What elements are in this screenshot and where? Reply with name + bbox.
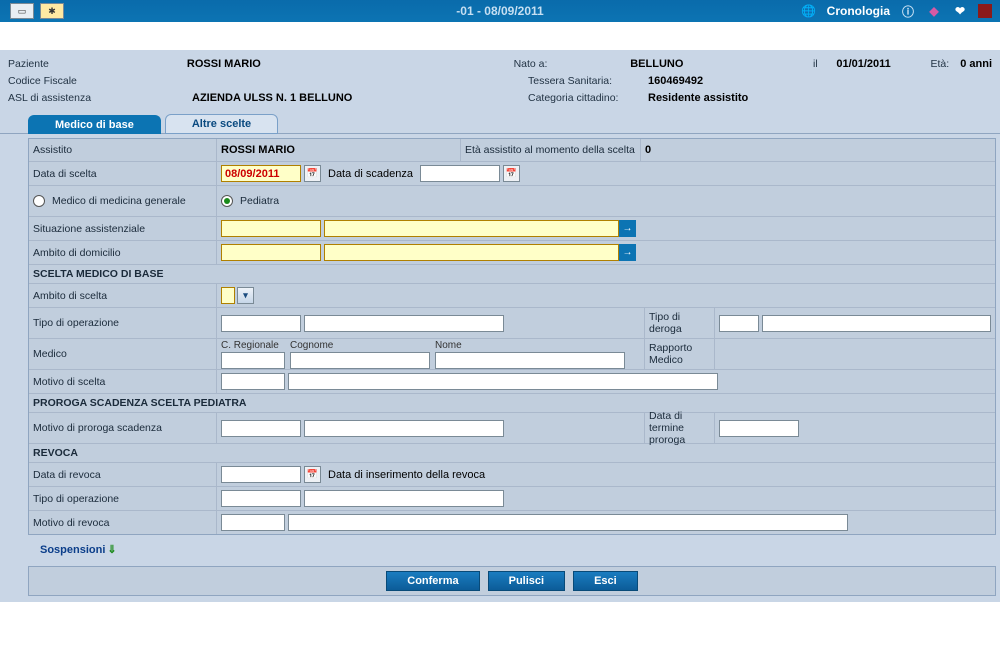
label-nato-a: Nato a: xyxy=(514,58,631,70)
calendar-icon[interactable]: 📅 xyxy=(503,165,520,182)
input-ambito-scelta[interactable] xyxy=(221,287,235,304)
section-revoca: REVOCA xyxy=(29,444,995,463)
footer: Conferma Pulisci Esci xyxy=(0,560,1000,602)
input-situazione-code[interactable] xyxy=(221,220,321,237)
input-tipo-op-revoca-code[interactable] xyxy=(221,490,301,507)
label-tessera: Tessera Sanitaria: xyxy=(528,75,648,87)
label-motivo-revoca: Motivo di revoca xyxy=(29,511,217,534)
book-icon[interactable]: ◆ xyxy=(926,3,942,19)
form-area: Assistito ROSSI MARIO Età assistito al m… xyxy=(0,134,1000,539)
dropdown-icon[interactable]: ▾ xyxy=(237,287,254,304)
titlebar-icon-1[interactable]: ▭ xyxy=(10,3,34,19)
conferma-button[interactable]: Conferma xyxy=(386,571,479,591)
info-icon[interactable]: ⓘ xyxy=(900,3,916,19)
titlebar: ▭ ✱ -01 - 08/09/2011 🌐 Cronologia ⓘ ◆ ❤ xyxy=(0,0,1000,22)
label-data-termine: Data di termine proroga xyxy=(645,413,715,443)
radio-icon xyxy=(221,195,233,207)
label-paziente: Paziente xyxy=(4,58,187,70)
tab-medico-di-base[interactable]: Medico di base xyxy=(28,115,161,134)
label-assistito: Assistito xyxy=(29,139,217,161)
label-eta-scelta: Età assistito al momento della scelta xyxy=(461,139,641,161)
input-tipo-deroga-code[interactable] xyxy=(719,315,759,332)
label-situazione: Situazione assistenziale xyxy=(29,217,217,240)
value-paziente: ROSSI MARIO xyxy=(187,58,514,70)
label-motivo-scelta: Motivo di scelta xyxy=(29,370,217,393)
input-motivo-revoca-code[interactable] xyxy=(221,514,285,531)
label-ambito-scelta: Ambito di scelta xyxy=(29,284,217,307)
globe-icon[interactable]: 🌐 xyxy=(801,3,817,19)
sublabel-cregionale: C. Regionale xyxy=(221,340,285,351)
input-data-scadenza[interactable] xyxy=(420,165,500,182)
input-ambito-dom-desc[interactable] xyxy=(324,244,619,261)
label-eta: Età: xyxy=(914,58,953,70)
section-scelta-medico: SCELTA MEDICO DI BASE xyxy=(29,265,995,284)
radio-icon xyxy=(33,195,45,207)
label-codice-fiscale: Codice Fiscale xyxy=(4,75,192,87)
label-data-scelta: Data di scelta xyxy=(29,162,217,185)
input-medico-nome[interactable] xyxy=(435,352,625,369)
calendar-icon[interactable]: 📅 xyxy=(304,165,321,182)
input-medico-cognome[interactable] xyxy=(290,352,430,369)
input-motivo-scelta-code[interactable] xyxy=(221,373,285,390)
label-categoria: Categoria cittadino: xyxy=(528,92,648,104)
down-arrow-icon: ⇓ xyxy=(107,544,116,556)
window-title: -01 - 08/09/2011 xyxy=(456,4,543,18)
value-data-nascita: 01/01/2011 xyxy=(836,58,914,70)
input-medico-cregionale[interactable] xyxy=(221,352,285,369)
value-tessera: 160469492 xyxy=(648,75,836,87)
value-asl: AZIENDA ULSS N. 1 BELLUNO xyxy=(192,92,528,104)
label-asl: ASL di assistenza xyxy=(4,92,192,104)
section-proroga: PROROGA SCADENZA SCELTA PEDIATRA xyxy=(29,394,995,413)
label-data-revoca: Data di revoca xyxy=(29,463,217,486)
input-situazione-desc[interactable] xyxy=(324,220,619,237)
sospensioni-link[interactable]: Sospensioni⇓ xyxy=(40,544,117,556)
label-rapporto: Rapporto Medico xyxy=(645,339,715,369)
label-data-scadenza: Data di scadenza xyxy=(328,168,413,180)
radio-mmg-cell[interactable]: Medico di medicina generale xyxy=(29,186,217,216)
value-eta-scelta: 0 xyxy=(641,139,995,161)
label-il: il xyxy=(813,58,836,70)
sospensioni-row: Sospensioni⇓ xyxy=(0,539,1000,560)
input-motivo-scelta-desc[interactable] xyxy=(288,373,718,390)
label-motivo-proroga: Motivo di proroga scadenza xyxy=(29,413,217,443)
value-nato-a: BELLUNO xyxy=(630,58,813,70)
sublabel-cognome: Cognome xyxy=(290,340,430,351)
label-medico: Medico xyxy=(29,339,217,369)
input-motivo-revoca-desc[interactable] xyxy=(288,514,848,531)
tab-altre-scelte[interactable]: Altre scelte xyxy=(165,114,278,134)
tab-bar: Medico di base Altre scelte xyxy=(0,111,1000,134)
heart-icon[interactable]: ❤ xyxy=(952,3,968,19)
label-tipo-op-revoca: Tipo di operazione xyxy=(29,487,217,510)
cronologia-link[interactable]: Cronologia xyxy=(827,4,890,18)
radio-pediatra-cell[interactable]: Pediatra xyxy=(217,186,995,216)
input-data-revoca[interactable] xyxy=(221,466,301,483)
sublabel-nome: Nome xyxy=(435,340,625,351)
pulisci-button[interactable]: Pulisci xyxy=(488,571,565,591)
label-data-ins-revoca: Data di inserimento della revoca xyxy=(328,469,485,481)
lookup-icon[interactable]: → xyxy=(619,220,636,237)
patient-header: Paziente ROSSI MARIO Nato a: BELLUNO il … xyxy=(0,50,1000,111)
input-tipo-op-code[interactable] xyxy=(221,315,301,332)
input-tipo-op-desc[interactable] xyxy=(304,315,504,332)
input-tipo-deroga-desc[interactable] xyxy=(762,315,991,332)
titlebar-icon-2[interactable]: ✱ xyxy=(40,3,64,19)
input-motivo-proroga-desc[interactable] xyxy=(304,420,504,437)
calendar-icon[interactable]: 📅 xyxy=(304,466,321,483)
label-ambito-dom: Ambito di domicilio xyxy=(29,241,217,264)
label-tipo-deroga: Tipo di deroga xyxy=(645,308,715,338)
value-eta: 0 anni xyxy=(953,58,992,70)
value-assistito: ROSSI MARIO xyxy=(217,139,461,161)
input-data-termine[interactable] xyxy=(719,420,799,437)
esci-button[interactable]: Esci xyxy=(573,571,638,591)
input-data-scelta[interactable] xyxy=(221,165,301,182)
value-categoria: Residente assistito xyxy=(648,92,836,104)
lookup-icon[interactable]: → xyxy=(619,244,636,261)
label-tipo-operazione: Tipo di operazione xyxy=(29,308,217,338)
input-ambito-dom-code[interactable] xyxy=(221,244,321,261)
input-tipo-op-revoca-desc[interactable] xyxy=(304,490,504,507)
close-icon[interactable] xyxy=(978,4,992,18)
input-motivo-proroga-code[interactable] xyxy=(221,420,301,437)
